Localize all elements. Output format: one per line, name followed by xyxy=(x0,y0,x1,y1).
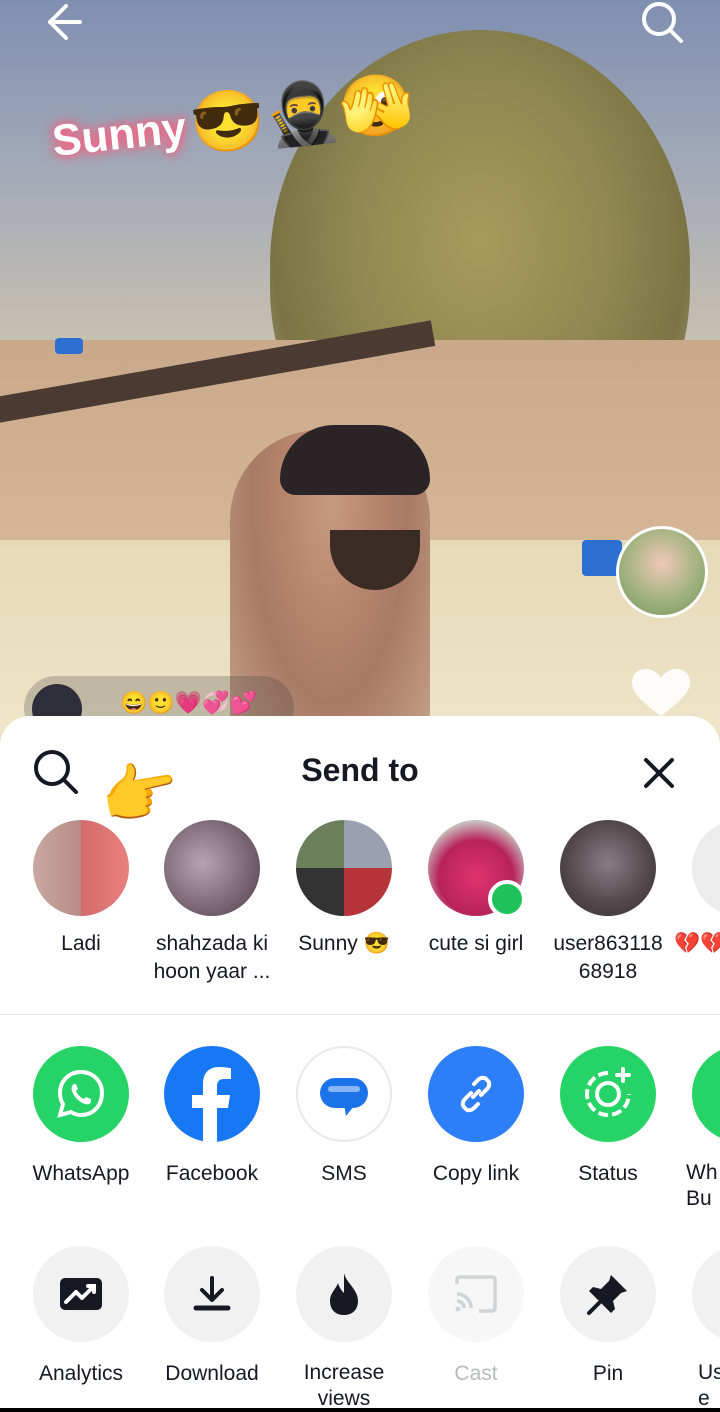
contact-avatar xyxy=(296,820,392,916)
action-label: Increase views xyxy=(303,1361,385,1410)
contact-avatar xyxy=(560,820,656,916)
app-label: WhatsApp xyxy=(32,1162,130,1185)
app-label: Copy link xyxy=(432,1162,520,1185)
contact-name: 💔💔 xyxy=(674,932,720,955)
close-button[interactable] xyxy=(634,748,684,798)
copy-link-button[interactable]: Copy link xyxy=(410,1046,542,1188)
whatsapp-icon xyxy=(33,1046,129,1142)
water-tank xyxy=(55,338,83,354)
contact-name: Ladi xyxy=(61,932,101,955)
back-button[interactable] xyxy=(38,0,86,44)
contact-name: user863118 68918 xyxy=(553,932,663,983)
video-player[interactable]: Sunny 😎🥷🫣 😄🙂💗💞💕 xyxy=(0,0,720,760)
action-label: Pin xyxy=(592,1362,624,1385)
contact-avatar xyxy=(164,820,260,916)
analytics-icon xyxy=(33,1246,129,1342)
status-button[interactable]: Status xyxy=(542,1046,674,1188)
action-label: Analytics xyxy=(38,1362,124,1385)
contact-avatar xyxy=(33,820,129,916)
app-label: SMS xyxy=(321,1162,367,1185)
contact-item[interactable]: Sunny 😎 xyxy=(278,820,410,958)
link-icon xyxy=(428,1046,524,1142)
divider xyxy=(0,1014,720,1015)
whatsapp-button[interactable]: WhatsApp xyxy=(15,1046,147,1188)
contact-name: cute si girl xyxy=(428,932,524,955)
sheet-title: Send to xyxy=(301,752,419,788)
cap xyxy=(280,425,430,495)
pin-button[interactable]: Pin xyxy=(542,1246,674,1388)
cast-button: Cast xyxy=(410,1246,542,1388)
status-icon xyxy=(560,1046,656,1142)
share-sheet: 👉 Send to Ladi shahzada ki hoon yaar ...… xyxy=(0,716,720,1410)
more-icon xyxy=(692,1246,720,1342)
app-label: Status xyxy=(578,1162,638,1185)
contact-item[interactable]: Ladi xyxy=(15,820,147,958)
contact-name: Sunny 😎 xyxy=(298,932,390,955)
search-icon xyxy=(642,2,683,43)
facebook-button[interactable]: Facebook xyxy=(146,1046,278,1188)
action-label: Download xyxy=(165,1362,259,1385)
contact-avatar xyxy=(692,820,720,916)
download-button[interactable]: Download xyxy=(146,1246,278,1388)
app-label: Facebook xyxy=(165,1162,259,1185)
analytics-button[interactable]: Analytics xyxy=(15,1246,147,1388)
contact-item[interactable]: shahzada ki hoon yaar ... xyxy=(146,820,278,986)
back-arrow-icon xyxy=(48,4,82,40)
search-button[interactable] xyxy=(638,0,686,44)
contacts-row: Ladi shahzada ki hoon yaar ... Sunny 😎 c… xyxy=(0,820,720,1000)
cast-icon xyxy=(428,1246,524,1342)
action-label: Cast xyxy=(454,1362,498,1385)
facebook-icon xyxy=(164,1046,260,1142)
more-action-button[interactable]: Us e xyxy=(674,1246,720,1412)
download-icon xyxy=(164,1246,260,1342)
contact-item[interactable]: 💔💔 xyxy=(674,820,720,958)
heart-icon[interactable] xyxy=(630,668,692,718)
increase-views-button[interactable]: Increase views xyxy=(278,1246,410,1412)
contact-item[interactable]: user863118 68918 xyxy=(542,820,674,986)
contact-item[interactable]: cute si girl xyxy=(410,820,542,958)
video-overlay-text: Sunny xyxy=(49,103,189,166)
creator-avatar[interactable] xyxy=(616,526,708,618)
contact-name: shahzada ki hoon yaar ... xyxy=(153,932,271,983)
whatsapp-business-button[interactable]: Wh Bu xyxy=(674,1046,720,1212)
sms-button[interactable]: SMS xyxy=(278,1046,410,1188)
comment-emoji: 😄🙂💗💞💕 xyxy=(120,690,257,715)
close-icon xyxy=(644,758,674,788)
pin-icon xyxy=(560,1246,656,1342)
app-label: Wh Bu xyxy=(686,1161,718,1210)
action-label: Us e xyxy=(698,1361,720,1410)
sms-icon xyxy=(296,1046,392,1142)
flame-icon xyxy=(296,1246,392,1342)
online-status-badge xyxy=(488,880,526,918)
whatsapp-business-icon xyxy=(692,1046,720,1142)
